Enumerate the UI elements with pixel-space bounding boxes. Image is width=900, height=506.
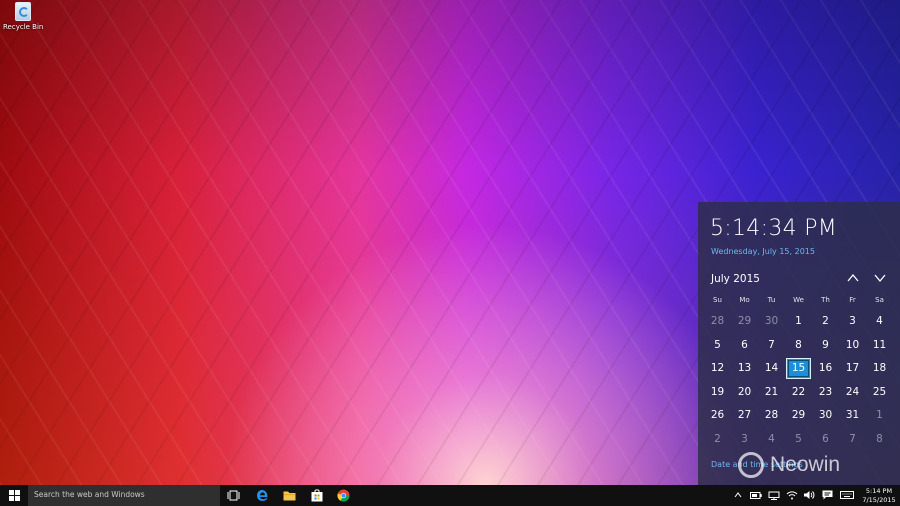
calendar-day[interactable]: 19 bbox=[705, 382, 730, 403]
task-view-icon bbox=[227, 490, 240, 501]
calendar-day[interactable]: 10 bbox=[840, 335, 865, 356]
touch-keyboard-button[interactable] bbox=[840, 489, 854, 501]
network-icon bbox=[768, 491, 780, 500]
calendar-day[interactable]: 22 bbox=[786, 382, 811, 403]
calendar-day[interactable]: 4 bbox=[867, 311, 892, 332]
calendar-day[interactable]: 24 bbox=[840, 382, 865, 403]
battery-button[interactable] bbox=[750, 489, 762, 501]
recycle-bin-label: Recycle Bin bbox=[3, 23, 44, 31]
calendar-day[interactable]: 29 bbox=[732, 311, 757, 332]
recycle-bin-shortcut[interactable]: Recycle Bin bbox=[3, 2, 43, 31]
network-button[interactable] bbox=[768, 489, 780, 501]
file-explorer-icon bbox=[283, 491, 296, 501]
calendar-day[interactable]: 27 bbox=[732, 405, 757, 426]
calendar-day[interactable]: 28 bbox=[759, 405, 784, 426]
clock-flyout-date[interactable]: Wednesday, July 15, 2015 bbox=[711, 247, 815, 256]
calendar-day[interactable]: 8 bbox=[786, 335, 811, 356]
neowin-watermark-text: Neowin bbox=[770, 453, 841, 476]
start-button[interactable] bbox=[0, 485, 28, 506]
search-placeholder: Search the web and Windows bbox=[34, 490, 145, 499]
calendar-day[interactable]: 6 bbox=[813, 429, 838, 450]
calendar-day[interactable]: 25 bbox=[867, 382, 892, 403]
clock-flyout-time: 5:14:34 PM bbox=[710, 216, 838, 241]
calendar-day[interactable]: 6 bbox=[732, 335, 757, 356]
calendar-day[interactable]: 2 bbox=[705, 429, 730, 450]
calendar-day[interactable]: 2 bbox=[813, 311, 838, 332]
calendar-day[interactable]: 16 bbox=[813, 358, 838, 379]
volume-icon bbox=[804, 491, 815, 499]
taskbar-clock[interactable]: 5:14 PM 7/15/2015 bbox=[858, 487, 900, 504]
calendar-day-today[interactable]: 15 bbox=[786, 358, 811, 380]
calendar-day[interactable]: 30 bbox=[759, 311, 784, 332]
edge-icon bbox=[257, 490, 268, 501]
calendar-month-label[interactable]: July 2015 bbox=[711, 273, 760, 285]
wifi-icon bbox=[786, 491, 798, 500]
calendar-day[interactable]: 29 bbox=[786, 405, 811, 426]
action-center-icon bbox=[822, 490, 832, 500]
calendar-day[interactable]: 18 bbox=[867, 358, 892, 379]
calendar-day[interactable]: 4 bbox=[759, 429, 784, 450]
search-box[interactable]: Search the web and Windows bbox=[28, 485, 220, 506]
weekday-label: We bbox=[793, 296, 804, 304]
keyboard-icon bbox=[840, 491, 854, 499]
task-view-button[interactable] bbox=[220, 485, 247, 506]
taskbar-clock-date: 7/15/2015 bbox=[862, 495, 896, 504]
calendar-day[interactable]: 26 bbox=[705, 405, 730, 426]
calendar-day[interactable]: 28 bbox=[705, 311, 730, 332]
calendar-day[interactable]: 17 bbox=[840, 358, 865, 379]
calendar-day[interactable]: 9 bbox=[813, 335, 838, 356]
show-hidden-icons-button[interactable] bbox=[733, 489, 743, 501]
action-center-button[interactable] bbox=[821, 489, 833, 501]
chrome-button[interactable] bbox=[330, 485, 357, 506]
weekday-label: Th bbox=[821, 296, 830, 304]
wifi-button[interactable] bbox=[786, 489, 798, 501]
chrome-icon bbox=[337, 489, 350, 502]
weekday-label: Sa bbox=[875, 296, 884, 304]
chevron-down-icon bbox=[874, 274, 886, 283]
calendar-day[interactable]: 1 bbox=[786, 311, 811, 332]
weekday-label: Fr bbox=[849, 296, 856, 304]
clock-flyout: 5:14:34 PM Wednesday, July 15, 2015 July… bbox=[698, 202, 900, 485]
calendar-day[interactable]: 8 bbox=[867, 429, 892, 450]
calendar-day[interactable]: 7 bbox=[759, 335, 784, 356]
file-explorer-button[interactable] bbox=[276, 485, 303, 506]
calendar-day[interactable]: 13 bbox=[732, 358, 757, 379]
previous-month-button[interactable] bbox=[846, 272, 860, 284]
chevron-up-icon bbox=[847, 273, 859, 282]
windows-logo-icon bbox=[8, 490, 20, 501]
calendar-day[interactable]: 12 bbox=[705, 358, 730, 379]
store-icon bbox=[311, 489, 322, 502]
calendar-day[interactable]: 11 bbox=[867, 335, 892, 356]
calendar-day[interactable]: 5 bbox=[786, 429, 811, 450]
calendar-day[interactable]: 3 bbox=[732, 429, 757, 450]
taskbar-clock-time: 5:14 PM bbox=[865, 487, 893, 495]
calendar-day[interactable]: 7 bbox=[840, 429, 865, 450]
neowin-watermark: Neowin bbox=[738, 452, 840, 478]
volume-button[interactable] bbox=[803, 489, 815, 501]
calendar-day[interactable]: 14 bbox=[759, 358, 784, 379]
edge-button[interactable] bbox=[249, 485, 276, 506]
calendar-day[interactable]: 23 bbox=[813, 382, 838, 403]
calendar-day[interactable]: 31 bbox=[840, 405, 865, 426]
neowin-logo-icon bbox=[738, 452, 764, 478]
calendar-day[interactable]: 1 bbox=[867, 405, 892, 426]
calendar-day[interactable]: 30 bbox=[813, 405, 838, 426]
battery-icon bbox=[750, 491, 762, 499]
calendar-day[interactable]: 20 bbox=[732, 382, 757, 403]
weekday-label: Tu bbox=[767, 296, 776, 304]
store-button[interactable] bbox=[303, 485, 330, 506]
chevron-up-icon bbox=[734, 492, 742, 498]
weekday-label: Su bbox=[713, 296, 722, 304]
calendar-day[interactable]: 5 bbox=[705, 335, 730, 356]
taskbar: Search the web and Windows 5:14 PM 7/15/… bbox=[0, 485, 900, 506]
recycle-bin-icon bbox=[15, 2, 31, 21]
next-month-button[interactable] bbox=[873, 272, 887, 284]
calendar-day[interactable]: 3 bbox=[840, 311, 865, 332]
weekday-label: Mo bbox=[739, 296, 750, 304]
calendar-day[interactable]: 21 bbox=[759, 382, 784, 403]
